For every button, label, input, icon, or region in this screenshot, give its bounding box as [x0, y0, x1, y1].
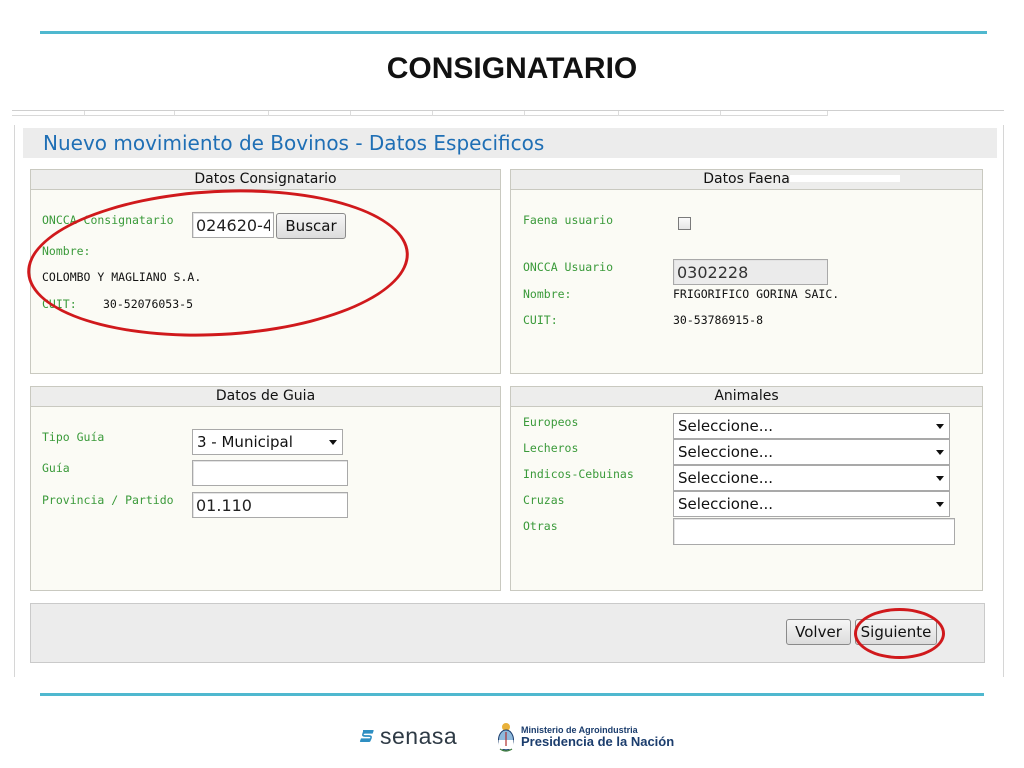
cruzas-value: Seleccione...: [678, 495, 774, 513]
oncca-usuario-label: ONCCA Usuario: [523, 260, 614, 274]
chevron-down-icon: [936, 424, 944, 429]
senasa-wordmark: senasa: [380, 723, 458, 749]
lecheros-value: Seleccione...: [678, 443, 774, 461]
indicos-cebuinas-label: Indicos-Cebuinas: [523, 467, 634, 481]
bottom-rule: [40, 693, 984, 696]
provincia-partido-input[interactable]: [192, 492, 348, 518]
lecheros-select[interactable]: Seleccione...: [673, 439, 950, 465]
provincia-partido-label: Provincia / Partido: [42, 493, 174, 507]
app-header: Nuevo movimiento de Bovinos - Datos Espe…: [23, 128, 997, 158]
senasa-mark-icon: [359, 730, 374, 742]
europeos-value: Seleccione...: [678, 417, 774, 435]
faena-nombre-label: Nombre:: [523, 287, 572, 301]
panel-header: Datos de Guia: [31, 387, 500, 407]
chevron-down-icon: [936, 450, 944, 455]
tipo-guia-label: Tipo Guía: [42, 430, 105, 444]
tipo-guia-select[interactable]: 3 - Municipal: [192, 429, 343, 455]
slide-title: CONSIGNATARIO: [386, 52, 638, 85]
panel-guia: Datos de Guia: [30, 386, 501, 591]
app-title: Nuevo movimiento de Bovinos - Datos Espe…: [43, 131, 545, 155]
lecheros-label: Lecheros: [523, 441, 579, 455]
panel-header: Animales: [511, 387, 982, 407]
faena-usuario-label: Faena usuario: [523, 213, 614, 227]
indicos-cebuinas-value: Seleccione...: [678, 469, 774, 487]
panel-header: Datos Consignatario: [31, 170, 500, 190]
chevron-down-icon: [329, 440, 337, 445]
tipo-guia-value: 3 - Municipal: [197, 433, 293, 451]
ministerio-line2: Presidencia de la Nación: [521, 734, 675, 749]
guia-input[interactable]: [192, 460, 348, 486]
volver-button[interactable]: Volver: [786, 619, 851, 645]
top-rule: [40, 31, 987, 34]
otras-input[interactable]: [673, 518, 955, 545]
otras-label: Otras: [523, 519, 558, 533]
europeos-label: Europeos: [523, 415, 579, 429]
faena-cuit-value: 30-53786915-8: [673, 313, 764, 327]
guia-label: Guía: [42, 461, 70, 475]
faena-nombre-value: FRIGORIFICO GORINA SAIC.: [673, 287, 840, 301]
chevron-down-icon: [936, 476, 944, 481]
faena-usuario-checkbox[interactable]: [678, 217, 691, 230]
annotation-ellipse-siguiente: [854, 608, 945, 659]
escudo-icon: [498, 723, 514, 752]
cruzas-select[interactable]: Seleccione...: [673, 491, 950, 517]
europeos-select[interactable]: Seleccione...: [673, 413, 950, 439]
browser-tab-strip: [12, 111, 828, 116]
redaction-mask: [790, 175, 900, 182]
panel-header: Datos Faena: [511, 170, 982, 190]
faena-cuit-label: CUIT:: [523, 313, 558, 327]
cruzas-label: Cruzas: [523, 493, 565, 507]
indicos-cebuinas-select[interactable]: Seleccione...: [673, 465, 950, 491]
chevron-down-icon: [936, 502, 944, 507]
oncca-usuario-input: [673, 259, 828, 285]
